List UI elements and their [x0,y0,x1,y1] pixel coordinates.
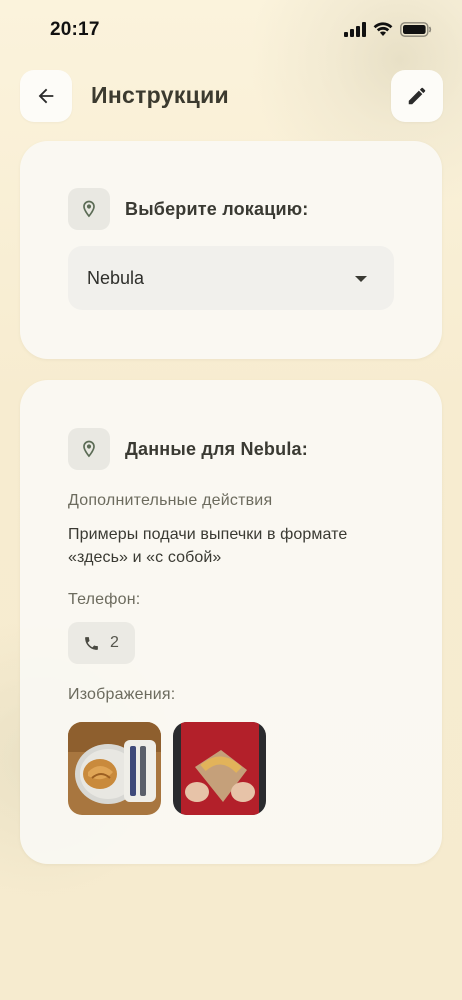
arrow-left-icon [38,88,54,104]
phone-icon [85,636,98,650]
details-icon-box [68,428,110,470]
details-card: Данные для Nebula: Дополнительные действ… [20,380,442,864]
location-select[interactable]: Nebula [68,246,394,310]
location-header: Выберите локацию: [68,188,309,230]
status-icons [344,22,432,37]
images-label: Изображения: [68,686,176,703]
pastry-takeaway-image [173,722,266,815]
back-button[interactable] [20,70,72,122]
edit-button[interactable] [391,70,443,122]
location-pin-icon [83,440,95,458]
page-title: Инструкции [91,82,229,108]
phone-chip[interactable]: 2 [68,622,135,664]
actions-label: Дополнительные действия [68,492,273,509]
location-icon-box [68,188,110,230]
phone-label: Телефон: [68,591,141,608]
details-title: Данные для Nebula: [125,438,308,459]
location-label: Выберите локацию: [125,198,309,219]
actions-text: Примеры подачи выпечки в формате «здесь»… [68,526,348,566]
location-pin-icon [83,200,95,218]
chevron-down-icon [355,276,367,282]
battery-icon [400,22,432,37]
wifi-icon [373,22,393,36]
phone-value: 2 [110,634,119,651]
image-thumbnail-pastry-plate[interactable] [68,722,161,815]
pastry-plate-image [68,722,161,815]
cellular-signal-icon [344,22,366,37]
status-time: 20:17 [50,19,100,40]
header: Инструкции [0,70,462,122]
status-bar: 20:17 [0,0,462,60]
pencil-icon [408,87,426,105]
details-header: Данные для Nebula: [68,428,308,470]
image-thumbnail-pastry-takeaway[interactable] [173,722,266,815]
location-card: Выберите локацию: Nebula [20,141,442,359]
location-select-value: Nebula [87,268,145,288]
